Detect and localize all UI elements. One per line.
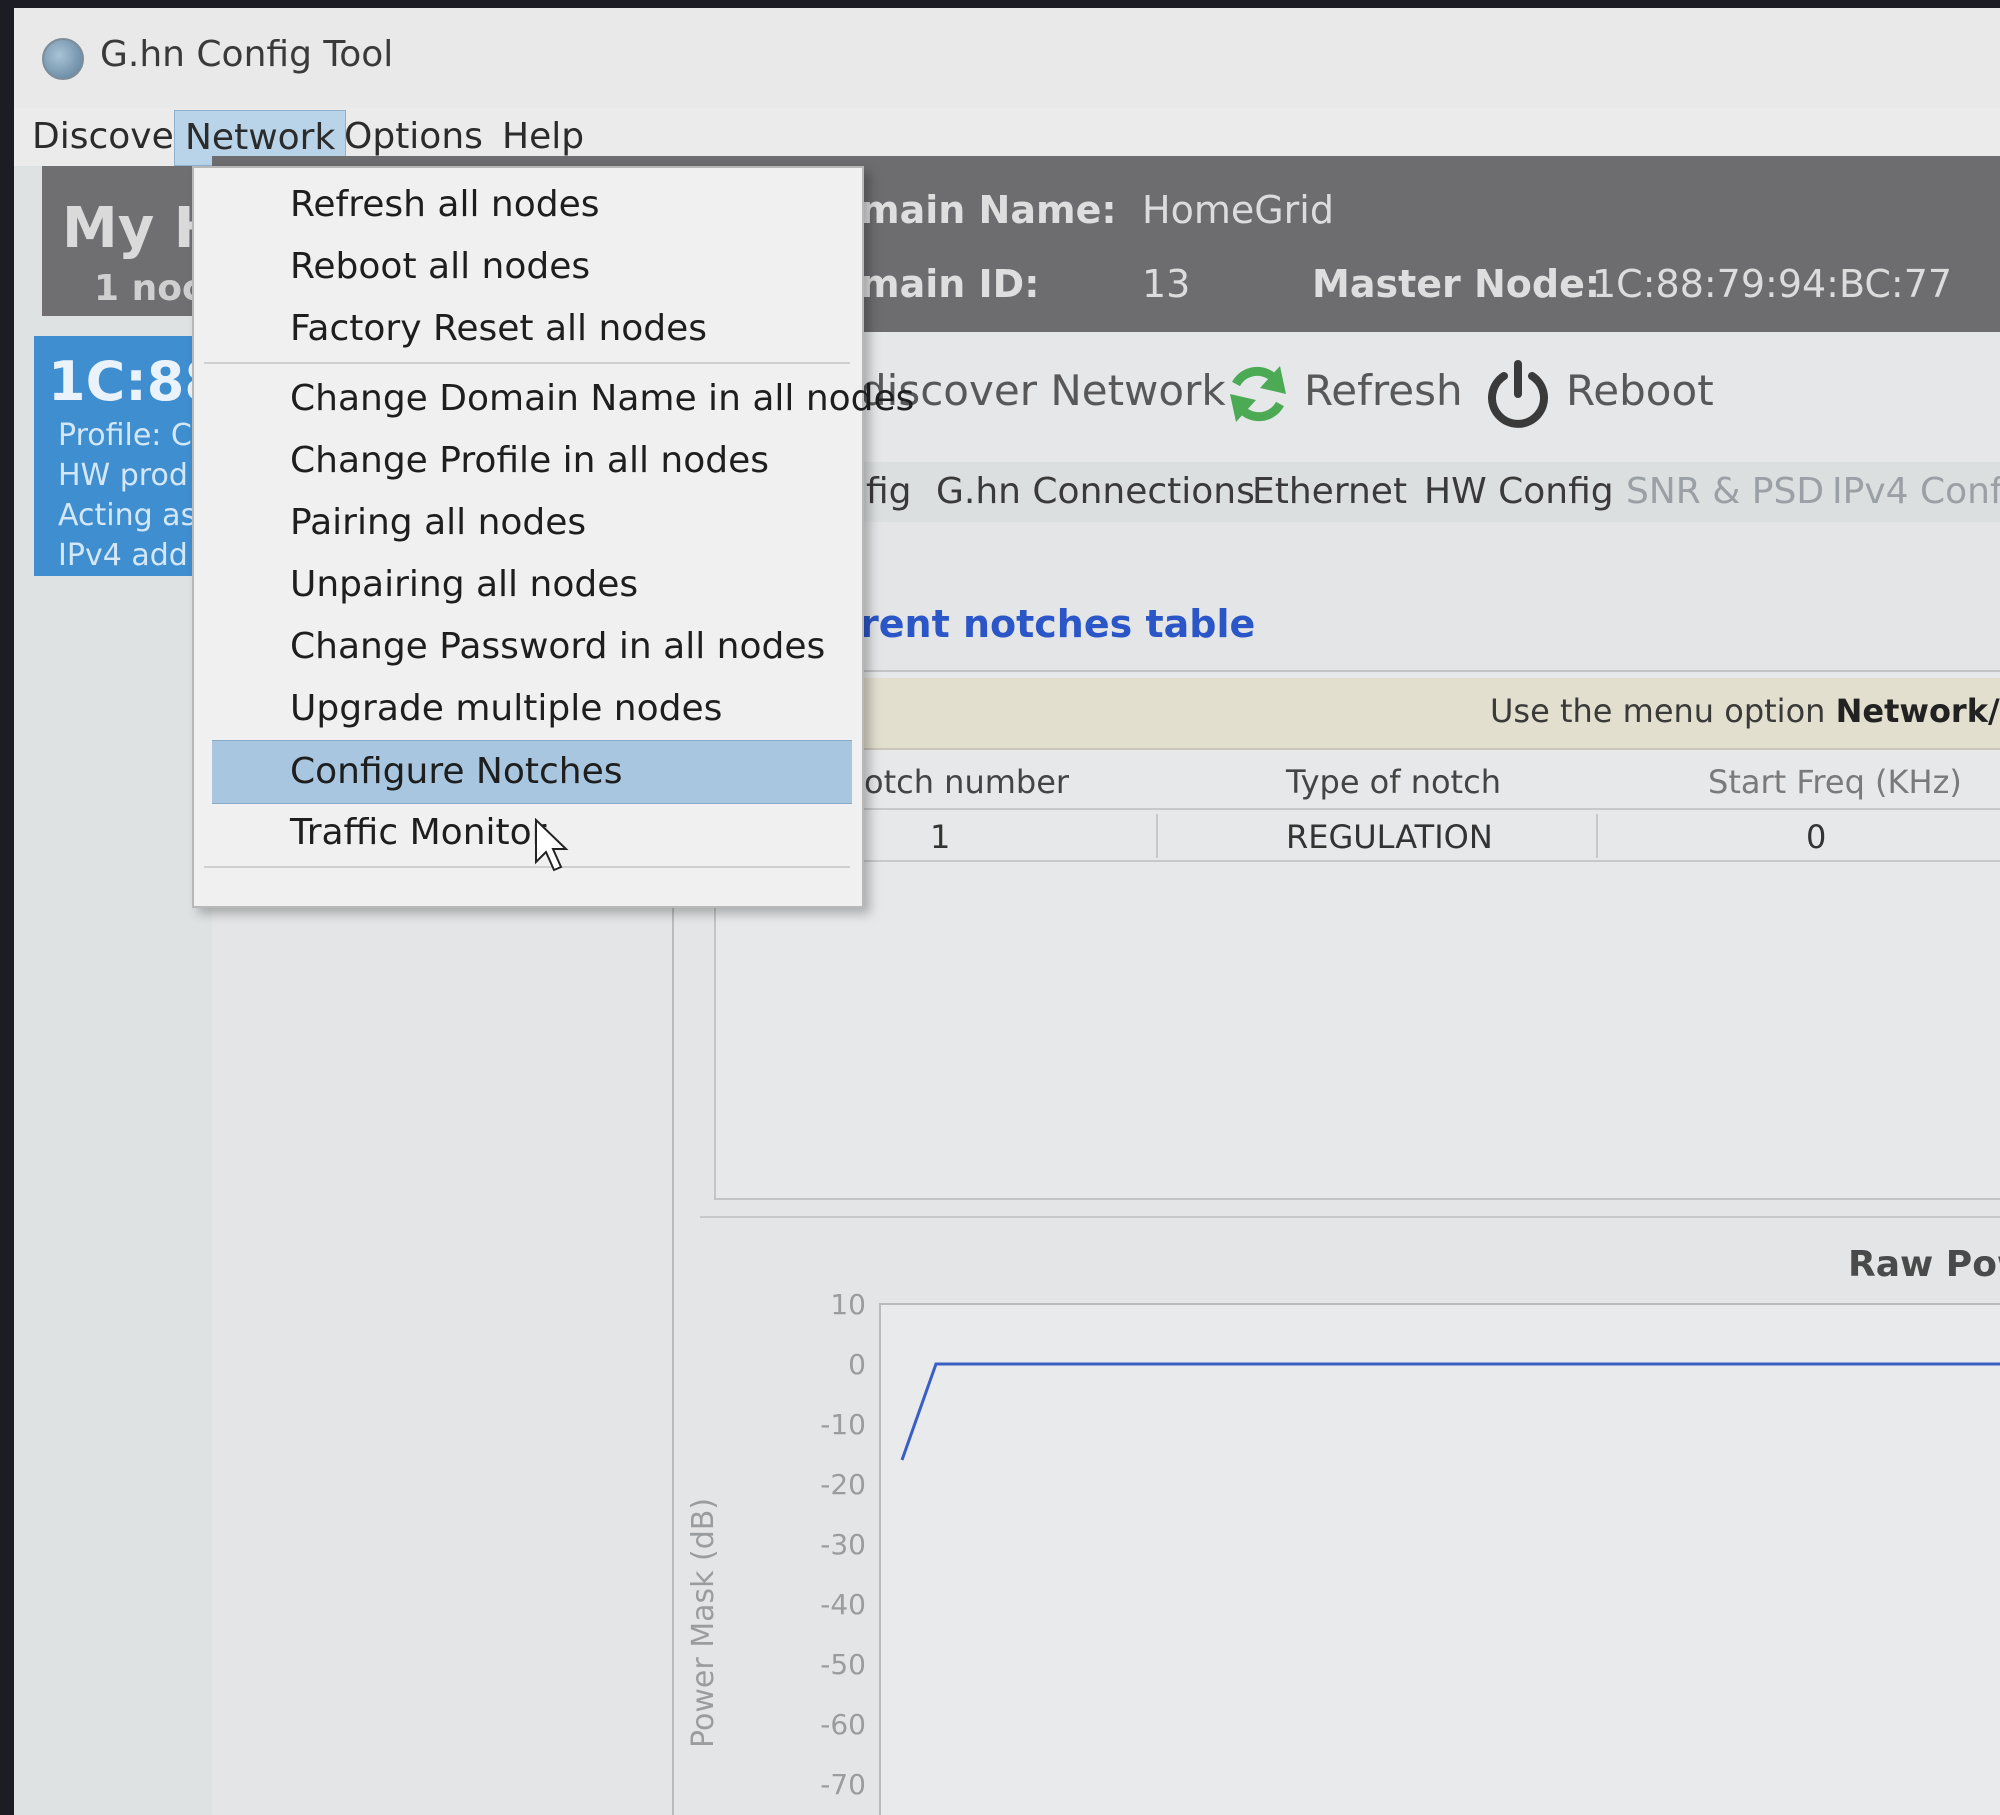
reboot-button[interactable]: Reboot [1566, 366, 1714, 415]
tab-ethernet[interactable]: Ethernet [1252, 468, 1407, 516]
domain-name-label: main Name: [860, 188, 1117, 232]
plot-frame [879, 1303, 2000, 1815]
cell-separator [1596, 814, 1598, 858]
menu-item-label: Refresh all nodes [290, 184, 600, 225]
menu-item-label: Change Domain Name in all nodes [290, 378, 915, 419]
cell-separator [1156, 814, 1158, 858]
y-tick-label: -70 [820, 1768, 866, 1801]
tab-hw-config[interactable]: HW Config [1424, 468, 1614, 516]
node-mac: 1C:88 [48, 350, 212, 413]
menu-item-label: Factory Reset all nodes [290, 308, 708, 349]
notch-number-cell[interactable]: 1 [930, 818, 950, 856]
menu-item-upgrade-multiple-nodes[interactable]: Upgrade multiple nodes [194, 678, 862, 740]
menu-item-change-domain-name-in-all-nodes[interactable]: Change Domain Name in all nodes [194, 368, 914, 430]
tab-ghn-connections[interactable]: G.hn Connections [936, 468, 1255, 516]
notch-type-cell[interactable]: REGULATION [1286, 818, 1493, 856]
y-tick-label: 10 [830, 1288, 866, 1321]
notches-hint: Use the menu option Network/Confi [1490, 692, 2000, 730]
y-tick-label: -30 [820, 1528, 866, 1561]
menu-item-label: Traffic Monitor [290, 812, 547, 853]
master-node-value: 1C:88:79:94:BC:77 [1592, 262, 1953, 306]
y-tick-label: -40 [820, 1588, 866, 1621]
hint-prefix: Use the menu option [1490, 692, 1836, 730]
panel-divider[interactable] [672, 888, 674, 1815]
y-tick-label: -60 [820, 1708, 866, 1741]
tab-config[interactable]: fig [866, 468, 912, 516]
chart-canvas: 10 0 -10 -20 -30 -40 -50 -60 -70 [820, 1288, 2000, 1815]
app-logo-icon [42, 38, 84, 80]
menu-separator [204, 362, 850, 364]
menu-separator [204, 866, 850, 868]
refresh-icon[interactable] [1222, 358, 1294, 430]
power-icon[interactable] [1482, 358, 1554, 430]
menu-item-traffic-monitor[interactable]: Traffic Monitor [194, 802, 862, 864]
window-title: G.hn Config Tool [100, 34, 394, 75]
network-name: My H [62, 196, 212, 261]
menu-item-unpairing-all-nodes[interactable]: Unpairing all nodes [194, 554, 862, 616]
mouse-cursor-icon [535, 818, 569, 872]
col-notch-number[interactable]: otch number [864, 763, 1069, 801]
node-hw-product: HW prod [58, 458, 188, 493]
y-tick-label: -10 [820, 1408, 866, 1441]
domain-name-value: HomeGrid [1142, 188, 1334, 232]
network-menu-dropdown: Refresh all nodes Reboot all nodes Factory… [192, 166, 914, 908]
discover-network-button[interactable]: discover Network [860, 366, 1226, 415]
menu-item-label: Configure Notches [290, 751, 623, 792]
domain-id-value: 13 [1142, 262, 1191, 306]
y-tick-label: -20 [820, 1468, 866, 1501]
menu-item-label: Reboot all nodes [290, 246, 591, 287]
menu-item-change-password-in-all-nodes[interactable]: Change Password in all nodes [194, 616, 862, 678]
menu-item-label: Upgrade multiple nodes [290, 688, 723, 729]
tab-ipv4-config[interactable]: IPv4 Config [1832, 468, 2000, 516]
node-card[interactable]: 1C:88 Profile: C HW prod Acting as IPv4 … [34, 336, 212, 576]
menu-discover[interactable]: Discover [22, 110, 199, 164]
network-summary-header: My H 1 noc [42, 166, 212, 316]
hint-menu-path: Network/Confi [1835, 692, 2000, 730]
table-header-divider [860, 808, 2000, 810]
master-node-label: Master Node: [1312, 262, 1601, 306]
menu-item-label: Change Profile in all nodes [290, 440, 770, 481]
domain-id-label: main ID: [860, 262, 1040, 306]
node-count: 1 noc [94, 268, 204, 309]
node-ipv4: IPv4 add [58, 538, 188, 573]
node-profile: Profile: C [58, 418, 192, 453]
power-mask-chart: 10 0 -10 -20 -30 -40 -50 -60 -70 [700, 1208, 2000, 1815]
start-freq-cell[interactable]: 0 [1806, 818, 1826, 856]
table-row-divider [860, 860, 2000, 862]
tab-snr-psd[interactable]: SNR & PSD [1626, 468, 1824, 516]
title-bar: G.hn Config Tool [14, 8, 2000, 108]
menu-item-factory-reset-all-nodes[interactable]: Factory Reset all nodes [194, 298, 862, 360]
y-tick-label: -50 [820, 1648, 866, 1681]
menu-item-reboot-all-nodes[interactable]: Reboot all nodes [194, 236, 862, 298]
menu-item-refresh-all-nodes[interactable]: Refresh all nodes [194, 174, 862, 236]
y-tick-label: 0 [848, 1348, 866, 1381]
notches-hint-bar: Use the menu option Network/Confi [860, 678, 2000, 750]
menu-item-label: Change Password in all nodes [290, 626, 826, 667]
menu-item-change-profile-in-all-nodes[interactable]: Change Profile in all nodes [194, 430, 862, 492]
menu-item-label: Unpairing all nodes [290, 564, 639, 605]
notches-section-title: rent notches table [860, 602, 1256, 646]
menu-item-pairing-all-nodes[interactable]: Pairing all nodes [194, 492, 862, 554]
col-start-freq[interactable]: Start Freq (KHz) [1708, 763, 1962, 801]
menu-item-configure-notches[interactable]: Configure Notches [212, 740, 852, 804]
menu-item-label: Pairing all nodes [290, 502, 587, 543]
node-role: Acting as [58, 498, 197, 533]
app-window: G.hn Config Tool Discover Network Option… [14, 8, 2000, 1815]
col-notch-type[interactable]: Type of notch [1286, 763, 1501, 801]
refresh-button[interactable]: Refresh [1304, 366, 1463, 415]
